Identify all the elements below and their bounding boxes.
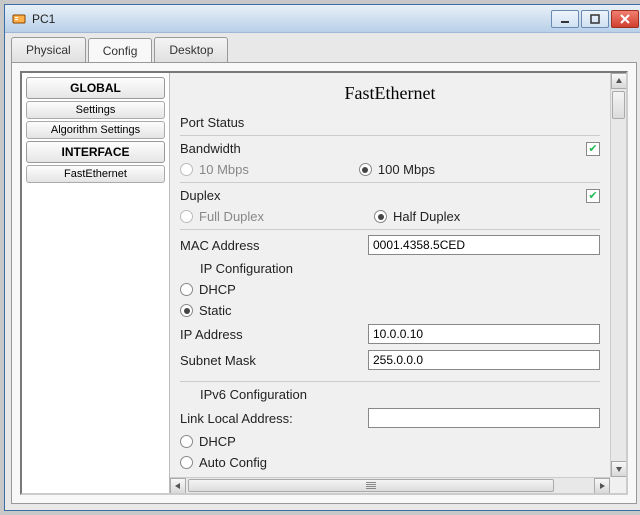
scroll-down-icon[interactable] xyxy=(611,461,626,477)
ip-address-input[interactable] xyxy=(368,324,600,344)
half-duplex-label: Half Duplex xyxy=(393,209,460,224)
ipv6-config-label: IPv6 Configuration xyxy=(180,384,600,405)
mac-address-input[interactable] xyxy=(368,235,600,255)
static-radio[interactable] xyxy=(180,304,193,317)
maximize-button[interactable] xyxy=(581,10,609,28)
app-icon xyxy=(11,11,27,27)
dhcp-label: DHCP xyxy=(199,282,236,297)
ipv6-dhcp-radio[interactable] xyxy=(180,435,193,448)
subnet-mask-input[interactable] xyxy=(368,350,600,370)
app-window: PC1 Physical Config Desktop GLOBAL Setti… xyxy=(4,4,640,511)
ip-address-label: IP Address xyxy=(180,327,360,342)
sidebar-settings[interactable]: Settings xyxy=(26,101,165,119)
sidebar-algorithm-settings[interactable]: Algorithm Settings xyxy=(26,121,165,139)
static-label: Static xyxy=(199,303,232,318)
bw-10-label: 10 Mbps xyxy=(199,162,249,177)
ipv6-auto-radio[interactable] xyxy=(180,456,193,469)
tab-physical[interactable]: Physical xyxy=(11,37,86,62)
config-panel: FastEthernet Port Status Bandwidth 10 Mb… xyxy=(170,73,626,493)
ip-config-label: IP Configuration xyxy=(180,258,600,279)
bw-100-radio[interactable] xyxy=(359,163,372,176)
minimize-button[interactable] xyxy=(551,10,579,28)
link-local-label: Link Local Address: xyxy=(180,411,360,426)
ipv6-dhcp-label: DHCP xyxy=(199,434,236,449)
horizontal-scrollbar[interactable] xyxy=(170,477,610,493)
bw-100-label: 100 Mbps xyxy=(378,162,435,177)
subnet-mask-label: Subnet Mask xyxy=(180,353,360,368)
port-status-label: Port Status xyxy=(180,115,380,130)
full-duplex-radio[interactable] xyxy=(180,210,193,223)
scroll-left-icon[interactable] xyxy=(170,478,186,493)
titlebar: PC1 xyxy=(5,5,640,33)
half-duplex-radio[interactable] xyxy=(374,210,387,223)
dhcp-radio[interactable] xyxy=(180,283,193,296)
sidebar: GLOBAL Settings Algorithm Settings INTER… xyxy=(22,73,170,493)
duplex-label: Duplex xyxy=(180,188,380,203)
mac-address-label: MAC Address xyxy=(180,238,360,253)
sidebar-fastethernet[interactable]: FastEthernet xyxy=(26,165,165,183)
ipv6-auto-label: Auto Config xyxy=(199,455,267,470)
tab-config[interactable]: Config xyxy=(88,38,153,63)
bandwidth-checkbox[interactable] xyxy=(586,142,600,156)
tab-desktop[interactable]: Desktop xyxy=(154,37,228,62)
scroll-thumb-v[interactable] xyxy=(612,91,625,119)
close-button[interactable] xyxy=(611,10,639,28)
full-duplex-label: Full Duplex xyxy=(199,209,264,224)
config-title: FastEthernet xyxy=(180,79,600,112)
link-local-input[interactable] xyxy=(368,408,600,428)
scroll-up-icon[interactable] xyxy=(611,73,626,89)
scroll-right-icon[interactable] xyxy=(594,478,610,493)
sidebar-interface-header: INTERFACE xyxy=(26,141,165,163)
sidebar-global-header: GLOBAL xyxy=(26,77,165,99)
bw-10-radio[interactable] xyxy=(180,163,193,176)
scroll-thumb-h[interactable] xyxy=(188,479,554,492)
tab-strip: Physical Config Desktop xyxy=(5,33,640,62)
title-text: PC1 xyxy=(32,12,551,26)
bandwidth-label: Bandwidth xyxy=(180,141,380,156)
duplex-checkbox[interactable] xyxy=(586,189,600,203)
vertical-scrollbar[interactable] xyxy=(610,73,626,477)
